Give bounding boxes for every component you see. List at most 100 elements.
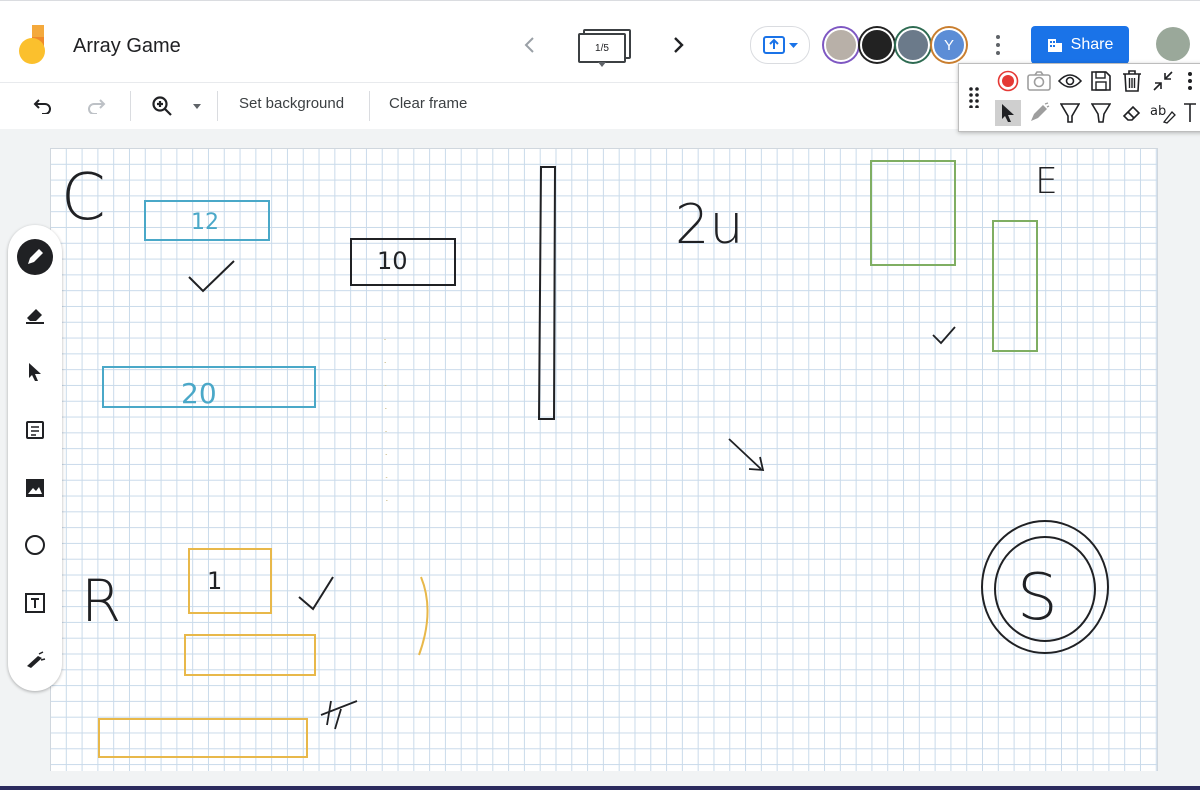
tall-black-bar xyxy=(537,166,557,420)
redo-button[interactable] xyxy=(83,93,109,119)
record-button[interactable] xyxy=(995,68,1021,94)
pointer-tool-button[interactable] xyxy=(995,100,1021,126)
tool-rail xyxy=(8,225,62,691)
zoom-button[interactable] xyxy=(149,93,175,119)
laser-tool-button[interactable] xyxy=(17,643,53,679)
divider xyxy=(217,91,218,121)
pen-tool-button[interactable] xyxy=(1026,100,1052,126)
text-cursor-icon xyxy=(1184,103,1196,122)
undo-icon xyxy=(33,99,51,114)
avatar[interactable] xyxy=(896,28,930,62)
more-vert-icon xyxy=(1188,72,1192,90)
collaborator-avatars: Y xyxy=(824,28,968,62)
divider xyxy=(130,91,131,121)
avatar[interactable] xyxy=(860,28,894,62)
orange-box-3 xyxy=(98,718,308,758)
laser-icon xyxy=(27,651,46,668)
highlighter-alt-icon xyxy=(1091,103,1111,123)
bottom-bar xyxy=(0,786,1200,790)
panel-more-button[interactable] xyxy=(1181,68,1199,94)
eraser-tool-button[interactable] xyxy=(17,297,53,333)
collapse-button[interactable] xyxy=(1150,68,1176,94)
share-label: Share xyxy=(1070,36,1114,53)
save-icon xyxy=(1091,71,1111,91)
caret-down-icon xyxy=(598,62,606,67)
set-background-button[interactable]: Set background xyxy=(239,95,344,112)
blue-box-20-label: 20 xyxy=(181,377,217,410)
orange-paren xyxy=(418,576,429,656)
highlighter-icon xyxy=(1060,103,1080,123)
orange-box-1 xyxy=(188,548,272,614)
dot xyxy=(996,51,1000,55)
caret-down-icon[interactable] xyxy=(193,104,201,109)
eraser-icon xyxy=(26,309,44,324)
eraser-icon xyxy=(1122,105,1141,121)
share-button[interactable]: Share xyxy=(1031,26,1129,64)
image-icon xyxy=(26,479,44,497)
previous-frame-button[interactable] xyxy=(516,31,544,59)
pen-tool-button[interactable] xyxy=(17,239,53,275)
sticky-note-button[interactable] xyxy=(17,412,53,448)
account-avatar[interactable] xyxy=(1156,27,1190,61)
clear-frame-button[interactable]: Clear frame xyxy=(389,95,467,112)
delete-button[interactable] xyxy=(1119,68,1145,94)
ink-four xyxy=(320,700,358,730)
save-button[interactable] xyxy=(1088,68,1114,94)
avatar[interactable]: Y xyxy=(932,28,966,62)
jamboard-logo xyxy=(19,25,45,64)
record-icon xyxy=(997,70,1019,92)
text-tool-button[interactable]: ab xyxy=(1150,100,1176,126)
trash-icon xyxy=(1123,70,1141,92)
dot xyxy=(996,35,1000,39)
add-image-button[interactable] xyxy=(17,470,53,506)
blue-box-12-label: 12 xyxy=(191,210,219,235)
select-arrow-icon xyxy=(29,363,41,381)
text-box-icon xyxy=(25,593,45,613)
eraser-tool-button[interactable] xyxy=(1119,100,1145,126)
avatar[interactable] xyxy=(824,28,858,62)
screenshot-button[interactable] xyxy=(1026,68,1052,94)
whiteboard-canvas[interactable]: C 12 10 20 2u E R 1 S xyxy=(50,148,1158,772)
divider xyxy=(369,91,370,121)
eye-icon xyxy=(1058,74,1082,88)
next-frame-button[interactable] xyxy=(664,31,692,59)
checkmark-3 xyxy=(298,576,334,611)
camera-icon xyxy=(1027,71,1051,91)
checkmark-1 xyxy=(188,260,235,293)
pen-tool-icon xyxy=(1031,102,1050,121)
more-options-button[interactable] xyxy=(988,33,1008,57)
select-tool-button[interactable] xyxy=(17,354,53,390)
dotted-trail xyxy=(384,338,388,520)
dot xyxy=(996,43,1000,47)
circle-shape-icon xyxy=(25,535,45,555)
domain-icon xyxy=(1047,39,1062,52)
visibility-button[interactable] xyxy=(1057,68,1083,94)
small-arrow xyxy=(728,438,765,471)
chevron-right-icon xyxy=(674,37,684,53)
pointer-icon xyxy=(1002,104,1014,122)
text-box-button[interactable] xyxy=(17,585,53,621)
chevron-left-icon xyxy=(524,37,534,53)
shape-tool-button[interactable] xyxy=(17,527,53,563)
orange-box-1-label: 1 xyxy=(207,567,222,595)
highlighter-alt-button[interactable] xyxy=(1088,100,1114,126)
collapse-icon xyxy=(1153,71,1173,91)
text-tool-icon: ab xyxy=(1150,104,1176,124)
undo-button[interactable] xyxy=(30,93,56,119)
ink-c-letter: C xyxy=(61,161,106,235)
green-box-large xyxy=(870,160,956,266)
text-cursor-button[interactable] xyxy=(1181,100,1199,126)
frame-bar-button[interactable]: 1/5 xyxy=(578,29,631,67)
highlighter-button[interactable] xyxy=(1057,100,1083,126)
caret-down-icon xyxy=(788,42,798,48)
present-button[interactable] xyxy=(750,26,810,64)
window-bottom-edge xyxy=(0,771,1200,790)
green-box-tall xyxy=(992,220,1038,352)
drag-handle-icon[interactable] xyxy=(969,86,979,108)
frame-counter: 1/5 xyxy=(578,33,626,63)
document-title[interactable]: Array Game xyxy=(73,35,181,58)
ink-r-letter: R xyxy=(81,567,121,635)
sticky-note-icon xyxy=(26,421,44,439)
checkmark-2 xyxy=(932,326,956,345)
drawing-layer: C 12 10 20 2u E R 1 S xyxy=(61,160,1109,758)
